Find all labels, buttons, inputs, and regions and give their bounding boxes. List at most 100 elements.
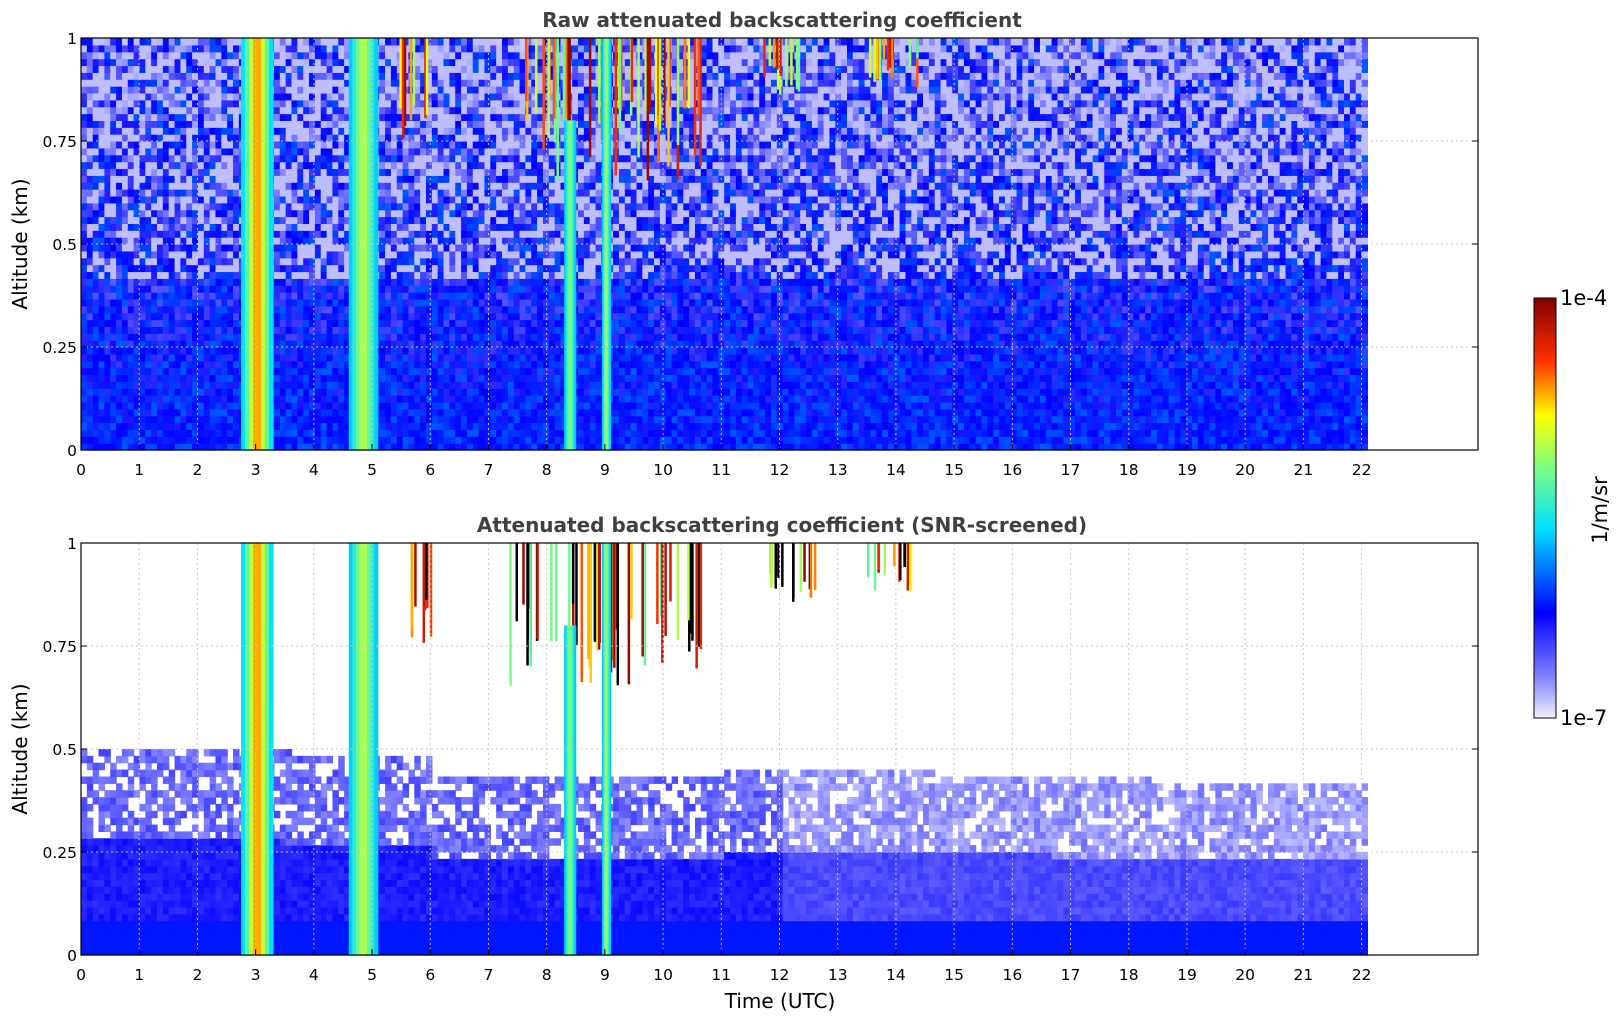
heat-cell xyxy=(379,285,386,293)
heat-cell xyxy=(542,415,550,424)
heat-cell xyxy=(139,250,146,259)
heat-cell xyxy=(197,99,205,108)
heat-cell xyxy=(180,51,187,60)
heat-cell xyxy=(221,408,228,417)
heat-cell xyxy=(455,38,462,46)
heat-cell xyxy=(390,340,398,348)
heat-cell xyxy=(174,381,182,389)
heat-cell xyxy=(297,305,304,314)
heat-cell xyxy=(548,326,556,334)
heat-cell xyxy=(197,127,205,135)
heat-cell xyxy=(443,92,450,101)
heat-cell xyxy=(180,381,187,389)
heat-cell xyxy=(431,230,439,238)
heat-cell xyxy=(104,161,111,170)
heat-cell xyxy=(303,250,310,259)
heat-cell xyxy=(314,209,322,218)
heat-cell xyxy=(110,360,117,369)
heat-cell xyxy=(437,175,445,183)
heat-cell xyxy=(110,154,117,163)
heat-cell xyxy=(297,326,304,334)
heat-cell xyxy=(554,237,562,245)
heat-cell xyxy=(548,250,556,259)
heat-cell xyxy=(472,147,480,156)
heat-cell xyxy=(110,340,117,348)
heat-cell xyxy=(104,189,111,197)
heat-cell xyxy=(110,106,117,115)
heat-cell xyxy=(326,271,334,279)
heat-cell xyxy=(203,408,211,417)
heat-cell xyxy=(443,168,450,176)
heat-cell xyxy=(151,99,158,108)
heat-cell xyxy=(209,216,217,224)
heat-cell xyxy=(443,305,450,314)
heat-cell xyxy=(496,353,503,362)
heat-cell xyxy=(309,250,316,259)
heat-cell xyxy=(291,319,298,327)
heat-cell xyxy=(215,292,222,300)
heat-cell xyxy=(145,250,152,259)
heat-cell xyxy=(297,189,304,197)
heat-cell xyxy=(297,353,304,362)
heat-cell xyxy=(478,326,486,334)
heat-cell xyxy=(519,141,526,149)
heat-cell xyxy=(443,244,450,252)
heat-cell xyxy=(209,285,217,293)
heat-cell xyxy=(227,347,234,355)
heat-cell xyxy=(227,38,234,46)
heat-cell xyxy=(168,65,176,73)
heat-cell xyxy=(425,312,433,321)
heat-cell xyxy=(180,127,187,135)
heat-cell xyxy=(519,395,526,403)
heat-cell xyxy=(513,271,521,279)
heat-cell xyxy=(420,340,427,348)
heat-cell xyxy=(390,353,398,362)
heat-cell xyxy=(157,44,164,53)
heat-cell xyxy=(472,340,480,348)
heat-cell xyxy=(385,209,392,218)
heat-cell xyxy=(227,271,234,279)
heat-cell xyxy=(314,161,322,170)
heat-cell xyxy=(519,120,526,128)
heat-cell xyxy=(449,182,456,190)
heat-cell xyxy=(186,244,193,252)
heat-cell xyxy=(157,79,164,87)
heat-cell xyxy=(420,230,427,238)
heat-cell xyxy=(168,429,176,437)
heat-cell xyxy=(314,44,322,53)
heat-cell xyxy=(478,154,486,163)
heat-cell xyxy=(531,353,538,362)
heat-cell xyxy=(145,230,152,238)
heat-cell xyxy=(174,120,182,128)
heat-cell xyxy=(86,168,94,176)
heat-cell xyxy=(379,408,386,417)
heat-cell xyxy=(86,395,94,403)
heat-cell xyxy=(174,340,182,348)
heat-cell xyxy=(297,381,304,389)
heat-cell xyxy=(431,106,439,115)
heat-cell xyxy=(291,92,298,101)
heat-cell xyxy=(461,106,468,115)
heat-cell xyxy=(513,381,521,389)
heat-cell xyxy=(145,44,152,53)
heat-cell xyxy=(174,271,182,279)
heat-cell xyxy=(92,141,100,149)
heat-cell xyxy=(408,202,415,211)
heat-cell xyxy=(537,319,544,327)
heat-cell xyxy=(92,422,100,430)
heat-cell xyxy=(221,44,228,53)
heat-cell xyxy=(320,257,328,266)
heat-cell xyxy=(104,340,111,348)
heat-cell xyxy=(233,189,240,197)
heat-cell xyxy=(455,189,462,197)
heat-cell xyxy=(157,86,164,94)
heat-cell xyxy=(466,250,474,259)
heat-cell xyxy=(507,381,515,389)
heat-cell xyxy=(291,278,298,286)
heat-cell xyxy=(420,326,427,334)
heat-cell xyxy=(490,271,497,279)
heat-cell xyxy=(531,250,538,259)
heat-cell xyxy=(332,72,339,80)
heat-cell xyxy=(279,120,287,128)
heat-cell xyxy=(309,401,316,410)
